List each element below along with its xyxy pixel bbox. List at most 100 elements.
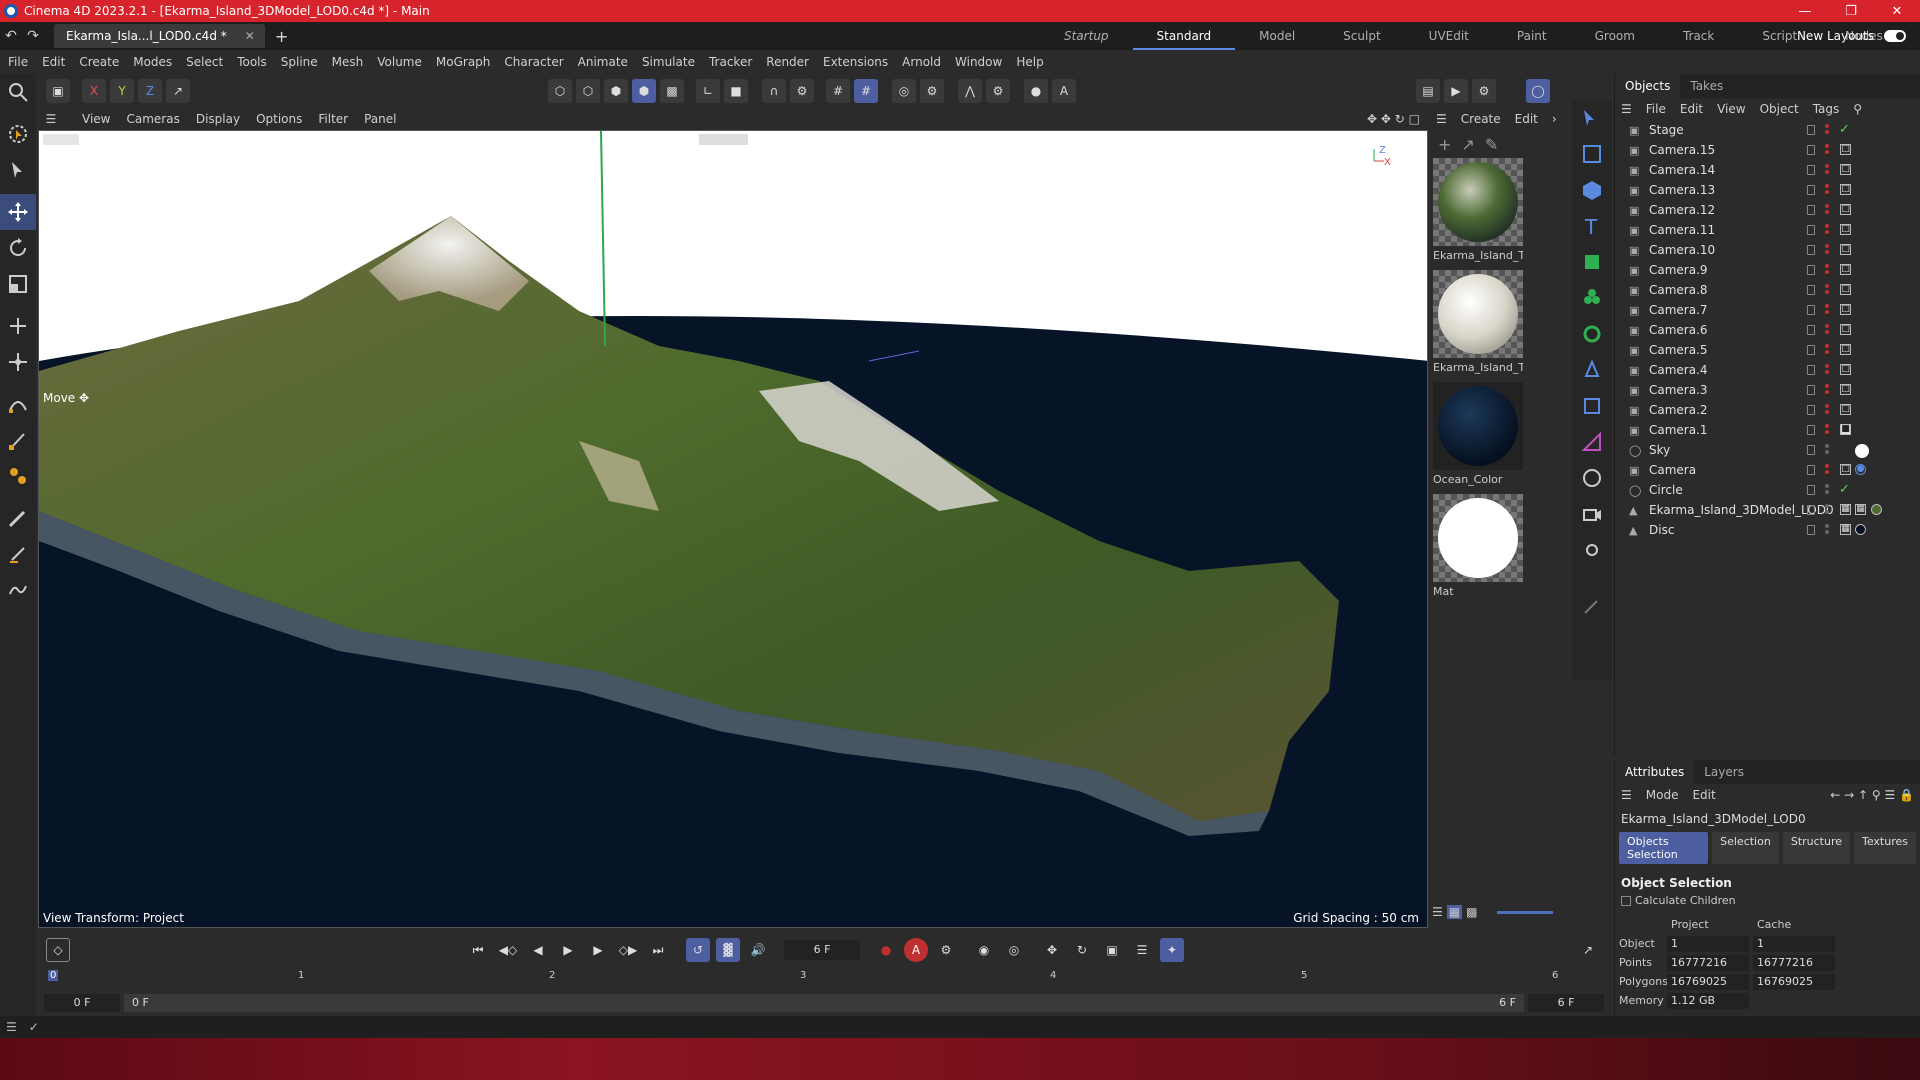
menu-mograph[interactable]: MoGraph — [436, 55, 491, 69]
viewport-navigation-icons[interactable]: ✥ ✥ ↻ □ — [1367, 112, 1420, 126]
visibility-toggle[interactable] — [1807, 165, 1815, 175]
menu-tracker[interactable]: Tracker — [709, 55, 752, 69]
object-row-camera[interactable]: ▣ Camera.10 □ — [1615, 240, 1920, 260]
object-row-camera[interactable]: ▣ Camera.12 □ — [1615, 200, 1920, 220]
object-row-camera[interactable]: ▣ Camera.15 □ — [1615, 140, 1920, 160]
render-dots[interactable] — [1825, 184, 1830, 196]
live-selection-icon[interactable] — [0, 116, 36, 152]
object-row-camera[interactable]: ▣ Camera.4 □ — [1615, 360, 1920, 380]
chevron-right-icon[interactable]: › — [1552, 112, 1557, 126]
redo-icon[interactable]: ↷ — [22, 28, 44, 44]
search-icon[interactable] — [0, 74, 36, 110]
tab-layers[interactable]: Layers — [1694, 760, 1754, 784]
add-layout-icon[interactable]: + — [1907, 22, 1920, 50]
start-frame-field[interactable]: 0 F — [44, 994, 120, 1012]
menu-simulate[interactable]: Simulate — [642, 55, 695, 69]
rotate-tool-icon[interactable] — [0, 230, 36, 266]
preview-range-slider[interactable]: 0 F 6 F — [124, 994, 1524, 1012]
scale-key-icon[interactable]: ▣ — [1100, 938, 1124, 962]
layout-groom[interactable]: Groom — [1571, 22, 1659, 50]
position-key-icon[interactable]: ✥ — [1040, 938, 1064, 962]
visibility-toggle[interactable] — [1807, 485, 1815, 495]
smooth-icon[interactable] — [0, 572, 36, 608]
objects-menu-edit[interactable]: Edit — [1680, 102, 1703, 116]
volume-icon[interactable] — [1572, 388, 1612, 424]
render-dots[interactable] — [1825, 204, 1830, 216]
brush-icon[interactable] — [0, 500, 36, 536]
object-row-camera[interactable]: ▣ Camera.14 □ — [1615, 160, 1920, 180]
objects-menu-file[interactable]: File — [1646, 102, 1666, 116]
motion-record-icon[interactable]: ◉ — [972, 938, 996, 962]
layout-paint[interactable]: Paint — [1493, 22, 1571, 50]
ocean-material-tag-icon[interactable] — [1855, 524, 1866, 535]
record-icon[interactable]: ● — [874, 938, 898, 962]
attributes-menu-mode[interactable]: Mode — [1646, 788, 1679, 802]
model-mode-icon[interactable]: ⬢ — [632, 79, 656, 103]
object-row-camera[interactable]: ▣ Camera.1 ■ — [1615, 420, 1920, 440]
menu-create[interactable]: Create — [79, 55, 119, 69]
visibility-toggle[interactable] — [1807, 365, 1815, 375]
objects-search-icon[interactable]: ⚲ — [1853, 102, 1862, 116]
goto-end-icon[interactable]: ⏭ — [646, 938, 670, 962]
end-frame-field[interactable]: 6 F — [1528, 994, 1604, 1012]
object-row-camera-main[interactable]: ▣ Camera □ ● — [1615, 460, 1920, 480]
tab-attributes[interactable]: Attributes — [1615, 760, 1695, 784]
render-dots[interactable] — [1825, 384, 1830, 396]
thumbnail-size-slider[interactable] — [1497, 910, 1554, 914]
keyframe-icon[interactable]: ◇ — [46, 938, 70, 962]
object-row-circle[interactable]: ◯ Circle ✓ — [1615, 480, 1920, 500]
object-row-camera[interactable]: ▣ Camera.11 □ — [1615, 220, 1920, 240]
render-dots[interactable] — [1825, 144, 1830, 156]
workplane-icon[interactable]: ◎ — [892, 79, 916, 103]
attributes-menu-edit[interactable]: Edit — [1692, 788, 1715, 802]
render-dots[interactable] — [1825, 524, 1830, 536]
add-material-icon[interactable]: + — [1438, 135, 1451, 154]
menu-edit[interactable]: Edit — [42, 55, 65, 69]
new-layouts-toggle[interactable] — [1884, 30, 1906, 42]
camera-tag-icon[interactable]: □ — [1840, 364, 1851, 375]
symmetry-settings-icon[interactable]: ⚙ — [986, 79, 1010, 103]
move-tool-icon[interactable] — [0, 194, 36, 230]
camera-tag-icon[interactable]: □ — [1840, 184, 1851, 195]
status-menu-icon[interactable]: ☰ — [6, 1020, 17, 1034]
play-icon[interactable]: ▶ — [556, 938, 580, 962]
menu-window[interactable]: Window — [955, 55, 1002, 69]
visibility-toggle[interactable] — [1807, 285, 1815, 295]
coordinate-system-icon[interactable]: ↗ — [166, 79, 190, 103]
viewport-menu-cameras[interactable]: Cameras — [126, 112, 179, 126]
3d-viewport[interactable]: Z X Move ✥ View Transform: Project Grid … — [38, 130, 1428, 928]
object-row-camera[interactable]: ▣ Camera.3 □ — [1615, 380, 1920, 400]
knife-icon[interactable] — [0, 536, 36, 572]
timeline-ruler[interactable]: 0 1 2 3 4 5 6 — [46, 970, 1596, 986]
visibility-toggle[interactable] — [1807, 525, 1815, 535]
texture-tag-icon[interactable]: ▦ — [1840, 524, 1851, 535]
z-axis-lock[interactable]: Z — [138, 79, 162, 103]
viewport-menu-view[interactable]: View — [82, 112, 110, 126]
subtab-selection[interactable]: Selection — [1712, 832, 1779, 864]
menu-tools[interactable]: Tools — [237, 55, 267, 69]
spline-sketch-icon[interactable] — [0, 422, 36, 458]
material-hamburger-icon[interactable]: ☰ — [1436, 112, 1447, 126]
prev-key-icon[interactable]: ◀◇ — [496, 938, 520, 962]
camera-tag-icon[interactable]: □ — [1840, 404, 1851, 415]
camera-tag-icon[interactable]: □ — [1840, 284, 1851, 295]
document-tab[interactable]: Ekarma_Isla...l_LOD0.c4d * ✕ — [54, 24, 265, 48]
text-tool-icon[interactable]: T — [1572, 208, 1612, 244]
menu-modes[interactable]: Modes — [133, 55, 172, 69]
viewport-camera-selector[interactable] — [699, 134, 749, 145]
calculate-children-checkbox[interactable]: Calculate Children — [1615, 894, 1920, 907]
visibility-toggle[interactable] — [1807, 325, 1815, 335]
render-dots[interactable] — [1825, 504, 1830, 516]
scale-tool-icon[interactable] — [0, 266, 36, 302]
new-tab-icon[interactable]: + — [275, 27, 288, 46]
generator-icon[interactable] — [1572, 244, 1612, 280]
render-dots[interactable] — [1825, 464, 1830, 476]
settings-icon[interactable]: ⚙ — [790, 79, 814, 103]
render-dots[interactable] — [1825, 484, 1830, 496]
viewport-menu-filter[interactable]: Filter — [318, 112, 348, 126]
subtab-structure[interactable]: Structure — [1782, 832, 1850, 864]
attributes-nav-icons[interactable]: ← → ↑ ⚲ ☰ 🔒 — [1830, 788, 1914, 802]
menu-character[interactable]: Character — [504, 55, 563, 69]
list-view-icon[interactable]: ☰ — [1432, 905, 1443, 919]
scene-node-icon[interactable] — [1572, 424, 1612, 460]
